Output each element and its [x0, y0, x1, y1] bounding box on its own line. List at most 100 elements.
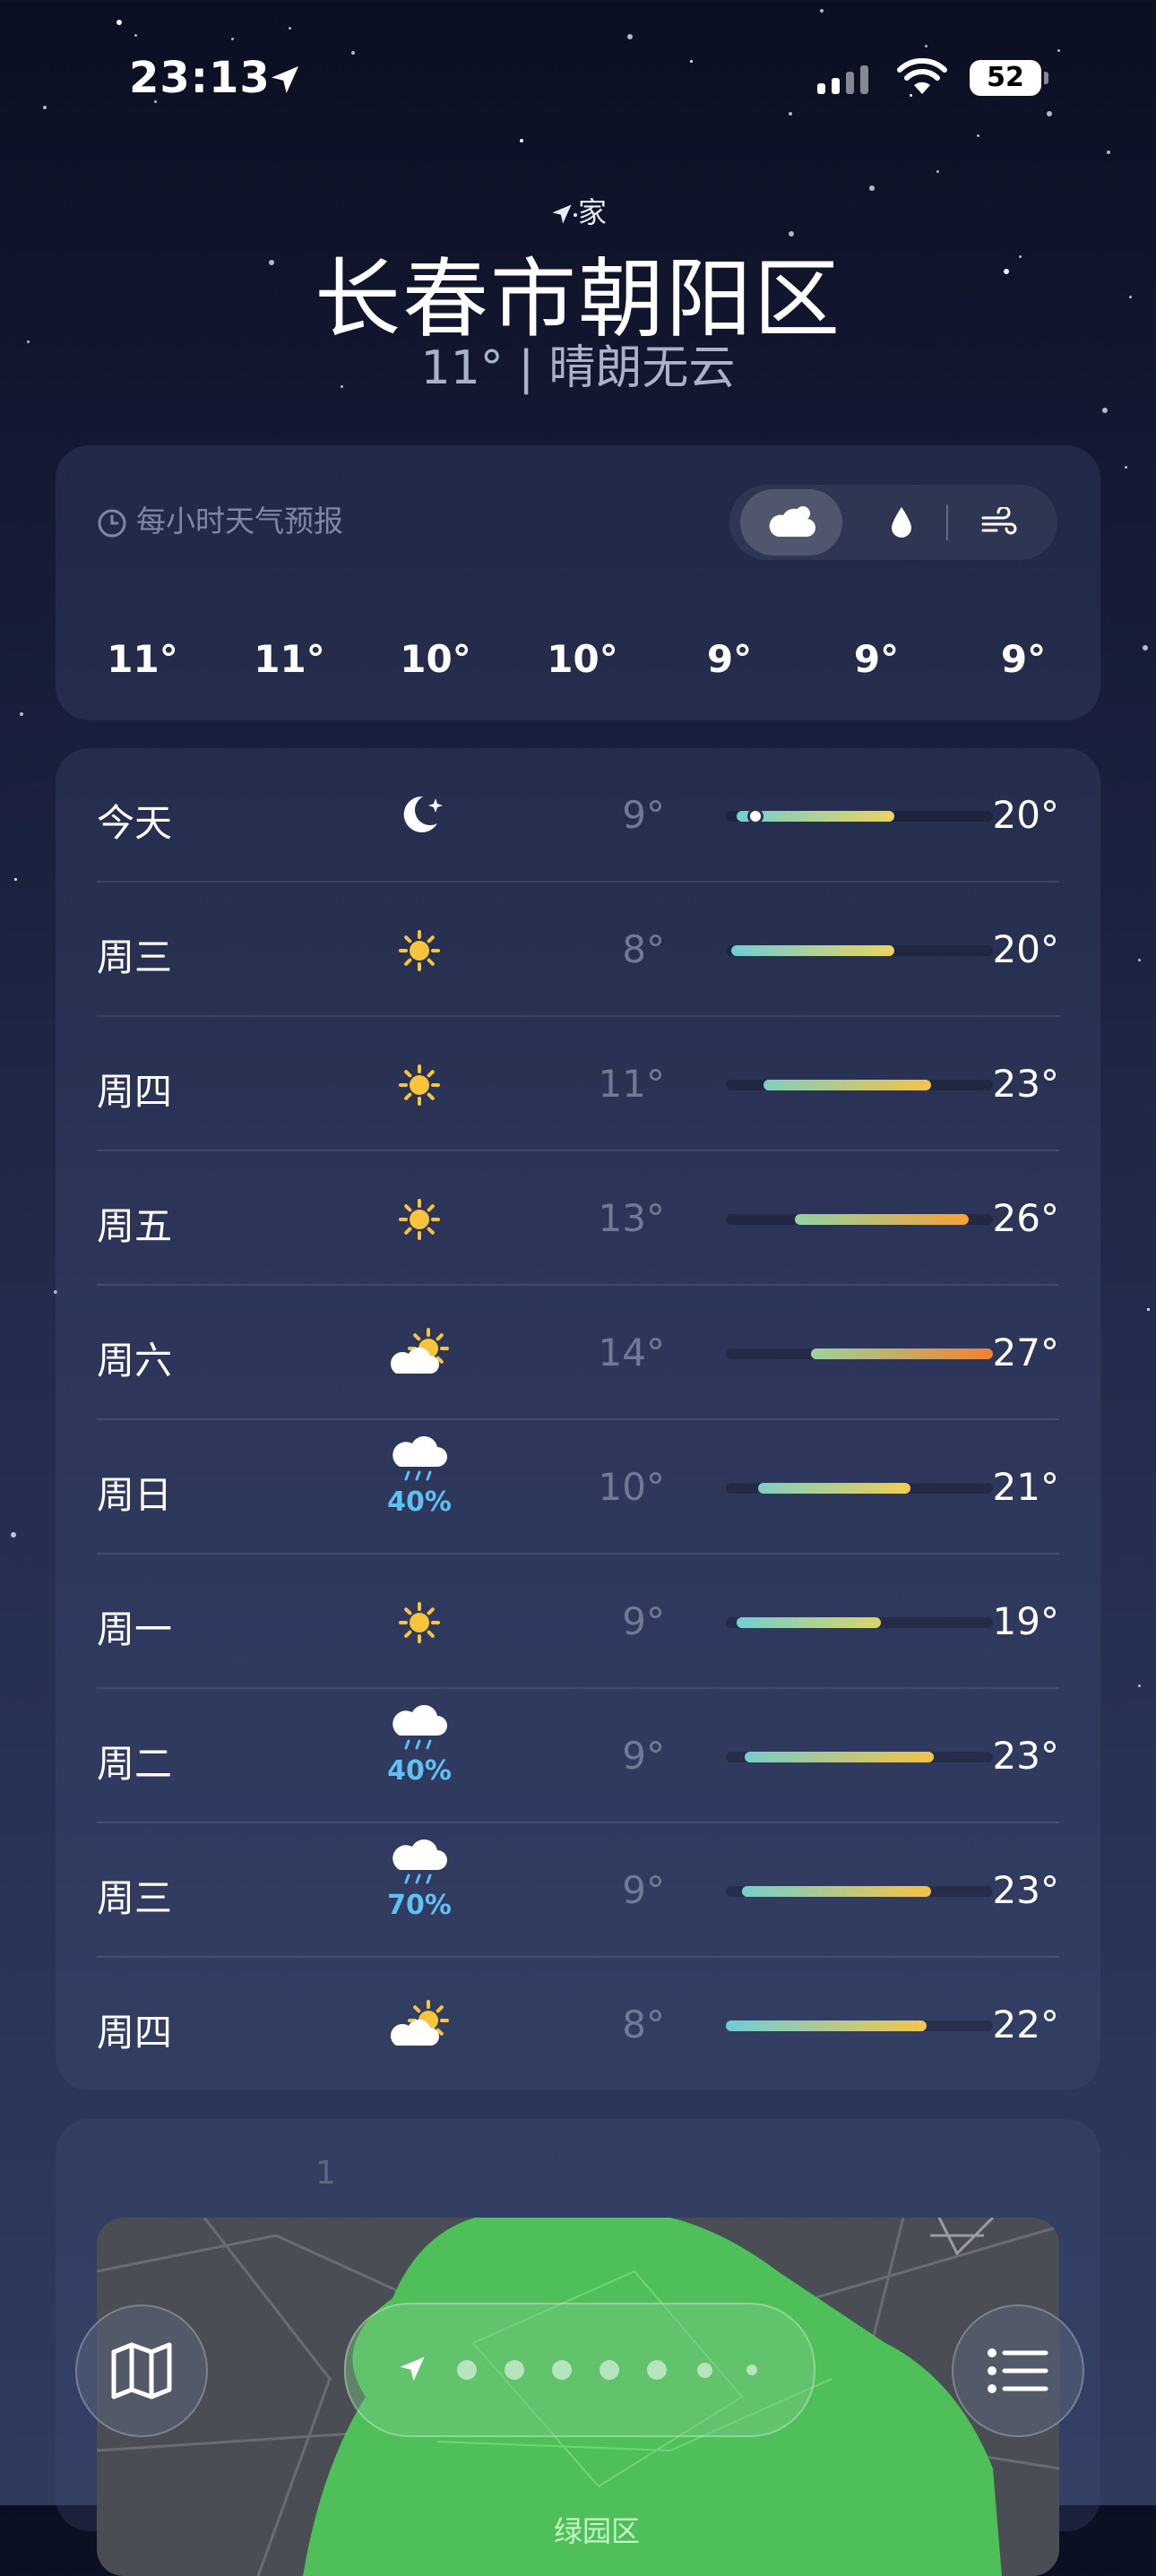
- page-indicator-dot[interactable]: [696, 2362, 712, 2378]
- precipitation-chance: 40%: [387, 1755, 452, 1787]
- sun-icon: [384, 1053, 455, 1117]
- partly-sunny-icon: [384, 1994, 455, 2058]
- map-icon: [111, 2342, 172, 2399]
- temperature-range-bar: [726, 1752, 993, 1762]
- page-indicator-dot[interactable]: [457, 2360, 477, 2380]
- temperature-range-fill: [811, 1348, 993, 1359]
- map-button[interactable]: [75, 2305, 208, 2437]
- daily-forecast-row[interactable]: 周四 11° 23°: [97, 1017, 1059, 1151]
- low-temp: 9°: [622, 1868, 665, 1912]
- star: [1125, 466, 1127, 469]
- city-list-button[interactable]: [952, 2305, 1084, 2437]
- low-temp: 9°: [622, 793, 665, 837]
- low-temp: 8°: [622, 927, 665, 971]
- day-name: 周四: [97, 1070, 173, 1114]
- sun-icon: [384, 1590, 455, 1655]
- day-name: 周一: [97, 1607, 173, 1651]
- daily-forecast-row[interactable]: 周一 9° 19°: [97, 1555, 1059, 1689]
- temperature-range-fill: [741, 1886, 932, 1897]
- star: [789, 112, 792, 116]
- current-temp-indicator: [746, 808, 763, 824]
- page-indicator-dot[interactable]: [505, 2360, 524, 2380]
- precipitation-chance: 70%: [387, 1890, 452, 1921]
- daily-forecast-row[interactable]: 周六 14° 27°: [97, 1286, 1059, 1420]
- day-name: 周三: [97, 935, 173, 979]
- page-indicator-dot[interactable]: [552, 2360, 572, 2380]
- partly-sunny-icon: [384, 1322, 455, 1386]
- daily-forecast-row[interactable]: 周四 8° 22°: [97, 1958, 1059, 2092]
- temperature-range-fill: [757, 1483, 910, 1494]
- battery-indicator: 52: [970, 60, 1048, 96]
- sun-icon: [384, 918, 455, 983]
- low-temp: 9°: [622, 1599, 665, 1643]
- temperature-range-bar: [726, 1483, 993, 1494]
- low-temp: 14°: [598, 1331, 665, 1374]
- location-pager[interactable]: [344, 2303, 815, 2437]
- day-name: 今天: [97, 801, 173, 845]
- wifi-icon: [897, 58, 947, 94]
- wind-mode-button[interactable]: [959, 485, 1040, 560]
- sun-icon: [384, 1187, 455, 1252]
- hourly-temp: 9°: [1000, 637, 1047, 681]
- star: [231, 38, 234, 40]
- hourly-temp: 11°: [107, 637, 178, 681]
- star: [14, 878, 17, 881]
- daily-forecast-row[interactable]: 今天 9° 20°: [97, 748, 1059, 883]
- star: [1138, 959, 1141, 961]
- star: [936, 170, 939, 173]
- page-indicator-dot[interactable]: [600, 2360, 619, 2380]
- daily-forecast-row[interactable]: 周日 40% 10° 21°: [97, 1420, 1059, 1555]
- current-condition: 11° | 晴朗无云: [420, 341, 736, 395]
- daily-forecast-row[interactable]: 周二 40% 9° 23°: [97, 1689, 1059, 1823]
- segment-divider: [946, 504, 948, 540]
- high-temp: 20°: [992, 927, 1059, 971]
- precipitation-mode-button[interactable]: [866, 485, 937, 560]
- temperature-range-bar: [726, 1214, 993, 1225]
- page-indicator-dot[interactable]: [746, 2365, 757, 2375]
- high-temp: 19°: [992, 1599, 1059, 1643]
- temperature-range-bar: [726, 1886, 993, 1897]
- hourly-forecast-card[interactable]: 每小时天气预报 11° 11° 10° 10° 9° 9° 9°: [56, 445, 1100, 720]
- location-arrow-icon: [552, 204, 572, 224]
- high-temp: 26°: [992, 1196, 1059, 1240]
- location-home-label: 家: [0, 190, 1156, 231]
- temperature-range-bar: [726, 2020, 993, 2031]
- temperature-range-fill: [730, 945, 894, 956]
- rain-icon: 40%: [384, 1704, 455, 1787]
- temperature-range-fill: [736, 1617, 881, 1628]
- day-name: 周四: [97, 2011, 173, 2055]
- day-name: 周二: [97, 1742, 173, 1786]
- daily-forecast-row[interactable]: 周五 13° 26°: [97, 1151, 1059, 1286]
- day-name: 周六: [97, 1339, 173, 1383]
- star: [11, 1532, 16, 1538]
- daily-forecast-row[interactable]: 周三 70% 9° 23°: [97, 1823, 1059, 1958]
- raindrop-icon: [892, 507, 911, 538]
- moon-stars-icon: [384, 784, 455, 849]
- ten-day-forecast-card[interactable]: 今天 9° 20° 周三 8° 20° 周四 11° 23° 周五 13° 26° 周六 14° 27° 周日…: [56, 748, 1100, 2090]
- star: [134, 34, 137, 37]
- star: [520, 139, 523, 142]
- day-name: 周日: [97, 1473, 173, 1517]
- temperature-range-fill: [744, 1752, 935, 1762]
- star: [116, 20, 122, 25]
- hourly-mode-selector[interactable]: [729, 485, 1057, 560]
- star: [627, 34, 633, 39]
- daily-forecast-row[interactable]: 周三 8° 20°: [97, 883, 1059, 1017]
- temperature-range-bar: [726, 945, 993, 956]
- cloud-mode-button[interactable]: [740, 489, 842, 556]
- high-temp: 23°: [992, 1062, 1059, 1106]
- status-time: 23:13: [129, 53, 271, 103]
- clock-icon: [98, 509, 126, 537]
- high-temp: 21°: [992, 1465, 1059, 1509]
- hourly-title-text: 每小时天气预报: [136, 504, 343, 538]
- low-temp: 13°: [598, 1196, 665, 1240]
- star: [977, 134, 979, 137]
- day-name: 周五: [97, 1204, 173, 1248]
- day-name: 周三: [97, 1876, 173, 1920]
- hourly-temp: 9°: [706, 637, 753, 681]
- star: [20, 712, 23, 716]
- rain-icon: 70%: [384, 1839, 455, 1921]
- low-temp: 11°: [598, 1062, 665, 1106]
- page-indicator-dot[interactable]: [647, 2360, 667, 2380]
- high-temp: 23°: [992, 1868, 1059, 1912]
